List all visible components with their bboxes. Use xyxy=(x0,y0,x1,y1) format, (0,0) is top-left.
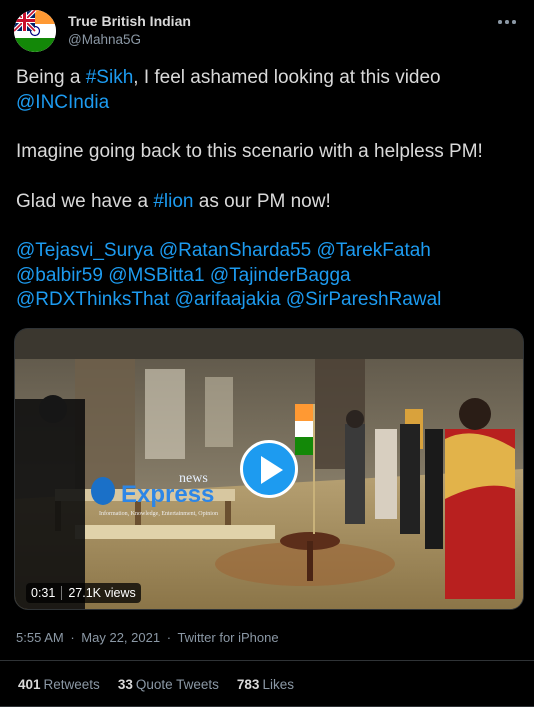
tweet-line-4: Glad we have a #lion as our PM now! xyxy=(16,190,521,215)
uk-india-flag-icon xyxy=(14,10,56,52)
mentions-line-2: @balbir59 @MSBitta1 @TajinderBagga xyxy=(16,264,521,289)
likes-count: 783 xyxy=(236,677,260,692)
mention-link[interactable]: @Tejasvi_Surya xyxy=(16,240,154,261)
video-views: 27.1K views xyxy=(68,586,136,600)
meta-separator: · xyxy=(166,630,172,645)
hashtag-sikh[interactable]: #Sikh xyxy=(86,67,134,88)
mention-link[interactable]: @MSBitta1 xyxy=(108,265,204,286)
meta-separator: · xyxy=(70,630,75,645)
retweets-stat[interactable]: 401 Retweets xyxy=(18,677,100,692)
mention-link[interactable]: @TarekFatah xyxy=(317,240,431,261)
watermark-brand: Express xyxy=(121,481,215,508)
tweet-meta: 5:55 AM · May 22, 2021 · Twitter for iPh… xyxy=(16,630,279,645)
retweets-count: 401 xyxy=(18,677,41,692)
hashtag-lion[interactable]: #lion xyxy=(153,191,193,212)
pen-nib-icon xyxy=(91,477,115,505)
mention-link[interactable]: @RatanSharda55 xyxy=(159,240,311,261)
author-name[interactable]: True British Indian xyxy=(68,13,191,29)
likes-stat[interactable]: 783 Likes xyxy=(237,677,294,692)
quote-tweets-stat[interactable]: 33 Quote Tweets xyxy=(118,677,219,692)
video-info-badge: 0:31 27.1K views xyxy=(26,583,141,603)
mention-link[interactable]: @TajinderBagga xyxy=(210,265,351,286)
quote-tweets-label: Quote Tweets xyxy=(135,677,219,692)
tweet-source[interactable]: Twitter for iPhone xyxy=(177,630,278,645)
tweet-stats: 401 Retweets 33 Quote Tweets 783 Likes xyxy=(18,677,294,692)
author-handle[interactable]: @Mahna5G xyxy=(68,32,141,47)
watermark-tagline: Information, Knowledge, Entertainment, O… xyxy=(99,511,218,517)
retweets-label: Retweets xyxy=(43,677,100,692)
tweet-text: Being a #Sikh, I feel ashamed looking at… xyxy=(16,66,521,313)
divider xyxy=(0,660,534,661)
tweet-text-segment: as our PM now! xyxy=(193,190,331,212)
mention-link[interactable]: @RDXThinksThat xyxy=(16,289,169,310)
mention-link[interactable]: @balbir59 xyxy=(16,265,103,286)
tweet-line-2: @INCIndia xyxy=(16,91,521,116)
avatar[interactable] xyxy=(14,10,56,52)
play-button[interactable] xyxy=(240,440,298,498)
tweet-date[interactable]: May 22, 2021 xyxy=(81,630,160,645)
video-duration: 0:31 xyxy=(31,586,56,600)
tweet-line-1: Being a #Sikh, I feel ashamed looking at… xyxy=(16,66,521,91)
tweet-text-segment: , I feel ashamed looking at this video xyxy=(133,67,441,88)
tweet-text-segment: Glad we have a xyxy=(16,190,154,212)
tweet-header: True British Indian @Mahna5G xyxy=(14,10,520,54)
mentions-line-3: @RDXThinksThat @arifaajakia @SirPareshRa… xyxy=(16,288,521,313)
mention-link[interactable]: @arifaajakia xyxy=(175,289,281,310)
tweet-text-segment: Being a xyxy=(16,67,86,88)
mention-incindia[interactable]: @INCIndia xyxy=(16,92,109,113)
mentions-line-1: @Tejasvi_Surya @RatanSharda55 @TarekFata… xyxy=(16,239,521,264)
tweet-line-3: Imagine going back to this scenario with… xyxy=(16,141,483,162)
quote-tweets-count: 33 xyxy=(117,677,133,692)
likes-label: Likes xyxy=(262,677,294,692)
tweet-time[interactable]: 5:55 AM xyxy=(16,630,64,645)
play-icon xyxy=(261,456,283,484)
mention-link[interactable]: @SirPareshRawal xyxy=(286,289,442,310)
more-options-icon[interactable] xyxy=(496,14,518,30)
